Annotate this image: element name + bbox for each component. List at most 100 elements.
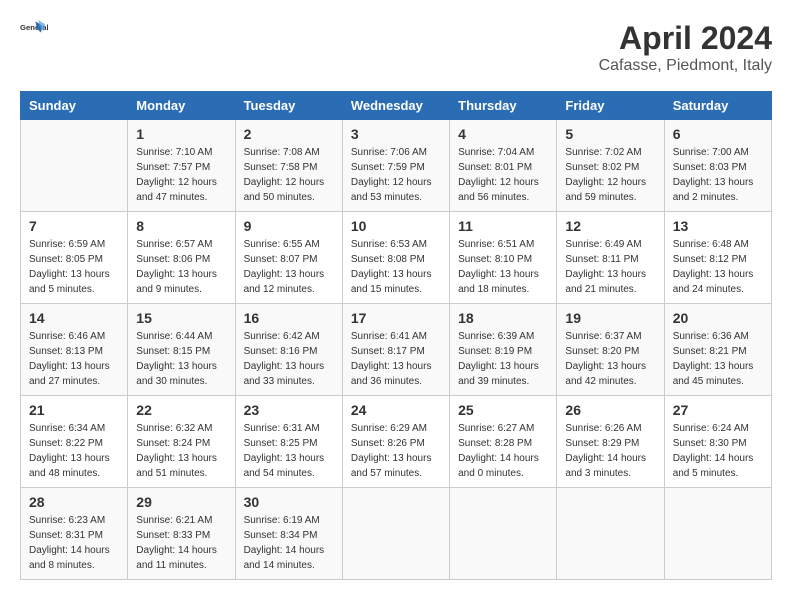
day-number: 7 — [29, 218, 119, 234]
calendar-cell: 11Sunrise: 6:51 AM Sunset: 8:10 PM Dayli… — [450, 212, 557, 304]
day-info: Sunrise: 6:19 AM Sunset: 8:34 PM Dayligh… — [244, 513, 334, 573]
calendar-cell: 5Sunrise: 7:02 AM Sunset: 8:02 PM Daylig… — [557, 120, 664, 212]
header-row: SundayMondayTuesdayWednesdayThursdayFrid… — [21, 92, 772, 120]
week-row-3: 14 Sunrise: 6:46 AM Sunset: 8:13 PM Dayli… — [21, 304, 772, 396]
header-day-saturday: Saturday — [664, 92, 771, 120]
calendar-cell: 29 Sunrise: 6:21 AM Sunset: 8:33 PM Dayli… — [128, 488, 235, 580]
logo-icon: General — [20, 20, 48, 48]
day-info: Sunrise: 6:29 AM Sunset: 8:26 PM Dayligh… — [351, 421, 441, 481]
day-number: 27 — [673, 402, 763, 418]
day-info: Sunrise: 7:08 AM Sunset: 7:58 PM Dayligh… — [244, 145, 334, 205]
day-info: Sunrise: 6:59 AM Sunset: 8:05 PM Dayligh… — [29, 237, 119, 297]
day-number: 25 — [458, 402, 548, 418]
day-info: Sunrise: 7:10 AM Sunset: 7:57 PM Dayligh… — [136, 145, 226, 205]
day-info: Sunrise: 7:04 AM Sunset: 8:01 PM Dayligh… — [458, 145, 548, 205]
calendar-cell: 23 Sunrise: 6:31 AM Sunset: 8:25 PM Dayli… — [235, 396, 342, 488]
calendar-cell: 22 Sunrise: 6:32 AM Sunset: 8:24 PM Dayli… — [128, 396, 235, 488]
calendar-cell: 18 Sunrise: 6:39 AM Sunset: 8:19 PM Dayli… — [450, 304, 557, 396]
day-number: 9 — [244, 218, 334, 234]
calendar-cell — [557, 488, 664, 580]
calendar-cell — [21, 120, 128, 212]
calendar-cell — [342, 488, 449, 580]
header-day-thursday: Thursday — [450, 92, 557, 120]
day-info: Sunrise: 6:21 AM Sunset: 8:33 PM Dayligh… — [136, 513, 226, 573]
day-number: 8 — [136, 218, 226, 234]
day-number: 15 — [136, 310, 226, 326]
day-number: 16 — [244, 310, 334, 326]
week-row-5: 28 Sunrise: 6:23 AM Sunset: 8:31 PM Dayli… — [21, 488, 772, 580]
calendar-cell: 7 Sunrise: 6:59 AM Sunset: 8:05 PM Daylig… — [21, 212, 128, 304]
page-header: General April 2024 Cafasse, Piedmont, It… — [20, 20, 772, 75]
header-day-monday: Monday — [128, 92, 235, 120]
calendar-cell: 6Sunrise: 7:00 AM Sunset: 8:03 PM Daylig… — [664, 120, 771, 212]
header-day-sunday: Sunday — [21, 92, 128, 120]
day-number: 26 — [565, 402, 655, 418]
day-number: 3 — [351, 126, 441, 142]
day-info: Sunrise: 6:49 AM Sunset: 8:11 PM Dayligh… — [565, 237, 655, 297]
day-info: Sunrise: 6:37 AM Sunset: 8:20 PM Dayligh… — [565, 329, 655, 389]
day-info: Sunrise: 6:34 AM Sunset: 8:22 PM Dayligh… — [29, 421, 119, 481]
logo: General — [20, 20, 48, 48]
day-info: Sunrise: 6:46 AM Sunset: 8:13 PM Dayligh… — [29, 329, 119, 389]
day-number: 13 — [673, 218, 763, 234]
calendar-cell: 25 Sunrise: 6:27 AM Sunset: 8:28 PM Dayli… — [450, 396, 557, 488]
day-number: 29 — [136, 494, 226, 510]
calendar-cell: 3 Sunrise: 7:06 AM Sunset: 7:59 PM Daylig… — [342, 120, 449, 212]
calendar-cell: 13 Sunrise: 6:48 AM Sunset: 8:12 PM Dayli… — [664, 212, 771, 304]
day-number: 30 — [244, 494, 334, 510]
main-title: April 2024 — [599, 20, 772, 57]
day-number: 2 — [244, 126, 334, 142]
day-info: Sunrise: 6:24 AM Sunset: 8:30 PM Dayligh… — [673, 421, 763, 481]
day-info: Sunrise: 7:02 AM Sunset: 8:02 PM Dayligh… — [565, 145, 655, 205]
day-number: 18 — [458, 310, 548, 326]
day-info: Sunrise: 6:36 AM Sunset: 8:21 PM Dayligh… — [673, 329, 763, 389]
day-number: 20 — [673, 310, 763, 326]
calendar-cell: 2 Sunrise: 7:08 AM Sunset: 7:58 PM Daylig… — [235, 120, 342, 212]
week-row-1: 1 Sunrise: 7:10 AM Sunset: 7:57 PM Daylig… — [21, 120, 772, 212]
day-number: 21 — [29, 402, 119, 418]
day-info: Sunrise: 7:00 AM Sunset: 8:03 PM Dayligh… — [673, 145, 763, 205]
calendar-cell: 14 Sunrise: 6:46 AM Sunset: 8:13 PM Dayli… — [21, 304, 128, 396]
day-number: 19 — [565, 310, 655, 326]
day-info: Sunrise: 6:31 AM Sunset: 8:25 PM Dayligh… — [244, 421, 334, 481]
calendar-header: SundayMondayTuesdayWednesdayThursdayFrid… — [21, 92, 772, 120]
day-info: Sunrise: 6:39 AM Sunset: 8:19 PM Dayligh… — [458, 329, 548, 389]
title-block: April 2024 Cafasse, Piedmont, Italy — [599, 20, 772, 75]
calendar-cell: 8 Sunrise: 6:57 AM Sunset: 8:06 PM Daylig… — [128, 212, 235, 304]
calendar-body: 1 Sunrise: 7:10 AM Sunset: 7:57 PM Daylig… — [21, 120, 772, 580]
header-day-friday: Friday — [557, 92, 664, 120]
calendar-cell: 12Sunrise: 6:49 AM Sunset: 8:11 PM Dayli… — [557, 212, 664, 304]
week-row-2: 7 Sunrise: 6:59 AM Sunset: 8:05 PM Daylig… — [21, 212, 772, 304]
day-info: Sunrise: 6:23 AM Sunset: 8:31 PM Dayligh… — [29, 513, 119, 573]
calendar-cell: 10Sunrise: 6:53 AM Sunset: 8:08 PM Dayli… — [342, 212, 449, 304]
day-info: Sunrise: 6:48 AM Sunset: 8:12 PM Dayligh… — [673, 237, 763, 297]
day-info: Sunrise: 7:06 AM Sunset: 7:59 PM Dayligh… — [351, 145, 441, 205]
day-info: Sunrise: 6:27 AM Sunset: 8:28 PM Dayligh… — [458, 421, 548, 481]
day-number: 28 — [29, 494, 119, 510]
calendar-cell: 28 Sunrise: 6:23 AM Sunset: 8:31 PM Dayli… — [21, 488, 128, 580]
day-info: Sunrise: 6:32 AM Sunset: 8:24 PM Dayligh… — [136, 421, 226, 481]
day-number: 23 — [244, 402, 334, 418]
calendar-cell: 16Sunrise: 6:42 AM Sunset: 8:16 PM Dayli… — [235, 304, 342, 396]
calendar-cell: 27 Sunrise: 6:24 AM Sunset: 8:30 PM Dayli… — [664, 396, 771, 488]
calendar-cell: 4Sunrise: 7:04 AM Sunset: 8:01 PM Daylig… — [450, 120, 557, 212]
day-number: 1 — [136, 126, 226, 142]
calendar-cell: 30 Sunrise: 6:19 AM Sunset: 8:34 PM Dayli… — [235, 488, 342, 580]
day-info: Sunrise: 6:53 AM Sunset: 8:08 PM Dayligh… — [351, 237, 441, 297]
day-number: 17 — [351, 310, 441, 326]
day-number: 24 — [351, 402, 441, 418]
day-info: Sunrise: 6:44 AM Sunset: 8:15 PM Dayligh… — [136, 329, 226, 389]
header-day-wednesday: Wednesday — [342, 92, 449, 120]
day-number: 22 — [136, 402, 226, 418]
calendar-cell: 15 Sunrise: 6:44 AM Sunset: 8:15 PM Dayli… — [128, 304, 235, 396]
calendar-cell: 19 Sunrise: 6:37 AM Sunset: 8:20 PM Dayli… — [557, 304, 664, 396]
day-number: 14 — [29, 310, 119, 326]
calendar-cell: 21 Sunrise: 6:34 AM Sunset: 8:22 PM Dayli… — [21, 396, 128, 488]
day-info: Sunrise: 6:57 AM Sunset: 8:06 PM Dayligh… — [136, 237, 226, 297]
day-info: Sunrise: 6:51 AM Sunset: 8:10 PM Dayligh… — [458, 237, 548, 297]
calendar-cell: 26Sunrise: 6:26 AM Sunset: 8:29 PM Dayli… — [557, 396, 664, 488]
calendar-cell: 1 Sunrise: 7:10 AM Sunset: 7:57 PM Daylig… — [128, 120, 235, 212]
calendar-table: SundayMondayTuesdayWednesdayThursdayFrid… — [20, 91, 772, 580]
day-info: Sunrise: 6:41 AM Sunset: 8:17 PM Dayligh… — [351, 329, 441, 389]
calendar-cell: 20 Sunrise: 6:36 AM Sunset: 8:21 PM Dayli… — [664, 304, 771, 396]
